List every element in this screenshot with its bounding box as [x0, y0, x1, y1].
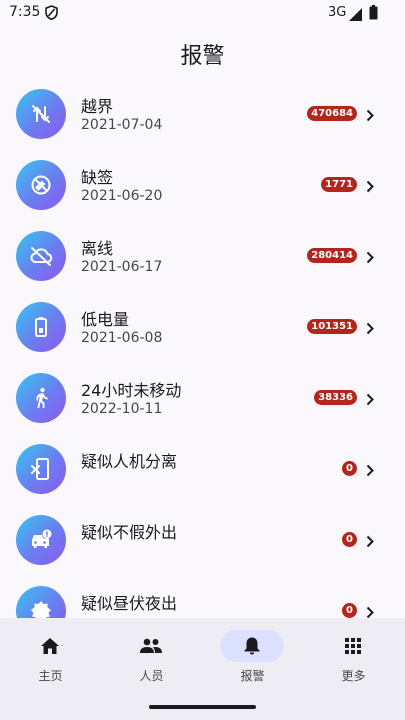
alarm-count-badge: 280414: [307, 248, 357, 263]
alarm-count-badge: 101351: [307, 319, 357, 334]
page-title: 报警: [180, 44, 225, 69]
alarm-date: 2021-06-17: [81, 259, 163, 275]
nav-label: 主页: [38, 669, 63, 683]
chevron-right-icon: [366, 391, 374, 410]
chevron-right-icon: [366, 107, 374, 126]
battery-low-icon: [16, 302, 66, 352]
nav-item-people[interactable]: 人员: [101, 630, 202, 690]
alarm-count-badge: 470684: [307, 106, 357, 121]
alarm-title: 缺签: [81, 168, 114, 187]
alarm-item-offline[interactable]: 离线 2021-06-17 280414: [0, 220, 405, 291]
alarm-title: 越界: [81, 97, 114, 116]
nav-item-alarms[interactable]: 报警: [202, 630, 303, 690]
nav-label: 更多: [341, 669, 366, 683]
status-time: 7:35: [9, 4, 41, 20]
alarm-item-device-separation[interactable]: 疑似人机分离 0: [0, 433, 405, 504]
alarm-count-badge: 38336: [314, 390, 357, 405]
alarm-item-night-activity[interactable]: 疑似昼伏夜出 0: [0, 575, 405, 618]
alarm-title: 离线: [81, 239, 114, 258]
alarm-title: 疑似昼伏夜出: [81, 594, 178, 613]
alarm-title: 疑似人机分离: [81, 452, 178, 471]
alarm-title: 低电量: [81, 310, 130, 329]
alarm-item-low-battery[interactable]: 低电量 2021-06-08 101351: [0, 291, 405, 362]
alarm-count-badge: 0: [342, 461, 357, 476]
alarm-title: 24小时未移动: [81, 381, 182, 400]
alarm-date: 2021-06-08: [81, 330, 163, 346]
alarm-date: 2022-10-11: [81, 401, 163, 417]
alarm-count-badge: 1771: [321, 177, 357, 192]
chevron-right-icon: [366, 249, 374, 268]
alarm-title: 疑似不假外出: [81, 523, 178, 542]
nav-label: 报警: [240, 669, 265, 683]
status-bar: 7:35 3G: [0, 0, 405, 26]
alarm-list[interactable]: 越界 2021-07-04 470684 缺签 2021-06-20 1771 …: [0, 78, 405, 618]
home-icon: [18, 630, 82, 662]
cloud-off-icon: [16, 231, 66, 281]
apps-grid-icon: [321, 630, 385, 662]
day-night-icon: [16, 586, 66, 618]
people-icon: [119, 630, 183, 662]
device-separation-icon: [16, 444, 66, 494]
chevron-right-icon: [366, 604, 374, 618]
chevron-right-icon: [366, 462, 374, 481]
location-off-icon: [16, 89, 66, 139]
nav-item-more[interactable]: 更多: [303, 630, 404, 690]
nav-label: 人员: [139, 669, 164, 683]
home-indicator[interactable]: [149, 705, 256, 709]
alarm-item-unauthorized-leave[interactable]: 疑似不假外出 0: [0, 504, 405, 575]
alarm-count-badge: 0: [342, 532, 357, 547]
car-alert-icon: [16, 515, 66, 565]
battery-icon: [369, 5, 378, 24]
signal-icon: [349, 6, 363, 25]
alarm-item-no-movement[interactable]: 24小时未移动 2022-10-11 38336: [0, 362, 405, 433]
chevron-right-icon: [366, 533, 374, 552]
walking-person-icon: [16, 373, 66, 423]
network-type: 3G: [328, 5, 347, 20]
bell-icon: [220, 630, 284, 662]
nav-item-home[interactable]: 主页: [0, 630, 101, 690]
alarm-item-out-of-bounds[interactable]: 越界 2021-07-04 470684: [0, 78, 405, 149]
missed-signin-icon: [16, 160, 66, 210]
alarm-date: 2021-07-04: [81, 117, 163, 133]
alarm-count-badge: 0: [342, 603, 357, 618]
alarm-item-missed-signin[interactable]: 缺签 2021-06-20 1771: [0, 149, 405, 220]
alarm-date: 2021-06-20: [81, 188, 163, 204]
chevron-right-icon: [366, 178, 374, 197]
shield-icon: [45, 5, 58, 24]
chevron-right-icon: [366, 320, 374, 339]
